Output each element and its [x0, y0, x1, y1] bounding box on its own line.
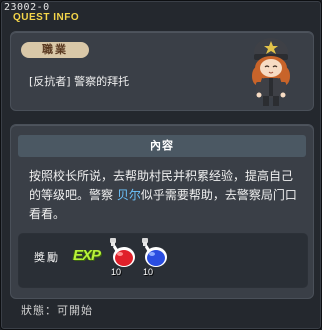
titlebar[interactable]: 23002-0 QUEST INFO: [1, 1, 322, 25]
content-header: 內容: [18, 135, 306, 157]
quest-description: 按照校长所说，去帮助村民并积累经验，提高自己的等级吧。警察 贝尔似乎需要帮助，去…: [29, 167, 299, 224]
quest-status: 狀態：可開始: [21, 304, 93, 317]
reward-label: 獎勵: [34, 251, 60, 264]
job-tag: 職業: [21, 42, 89, 58]
red-potion-icon: [110, 238, 135, 267]
item-quantity: 10: [111, 267, 122, 277]
blue-potion-icon: [142, 238, 167, 267]
quest-info-window: 23002-0 QUEST INFO 職業 [反抗者] 警察的拜托 內容 按照校…: [0, 0, 322, 330]
item-quantity: 10: [143, 267, 154, 277]
quest-name: [反抗者] 警察的拜托: [29, 75, 130, 88]
job-panel: 職業 [反抗者] 警察的拜托: [10, 31, 314, 111]
exp-reward-icon[interactable]: EXP: [73, 247, 101, 264]
window-title: QUEST INFO: [13, 12, 80, 23]
npc-name-link[interactable]: 贝尔: [117, 188, 141, 202]
reward-item-blue-potion[interactable]: 10: [139, 237, 169, 277]
reward-item-red-potion[interactable]: 10: [107, 237, 137, 277]
reward-box: 獎勵 EXP 10 10: [18, 233, 308, 288]
npc-portrait: [252, 38, 290, 106]
content-panel: 內容 按照校长所说，去帮助村民并积累经验，提高自己的等级吧。警察 贝尔似乎需要帮…: [10, 124, 314, 299]
